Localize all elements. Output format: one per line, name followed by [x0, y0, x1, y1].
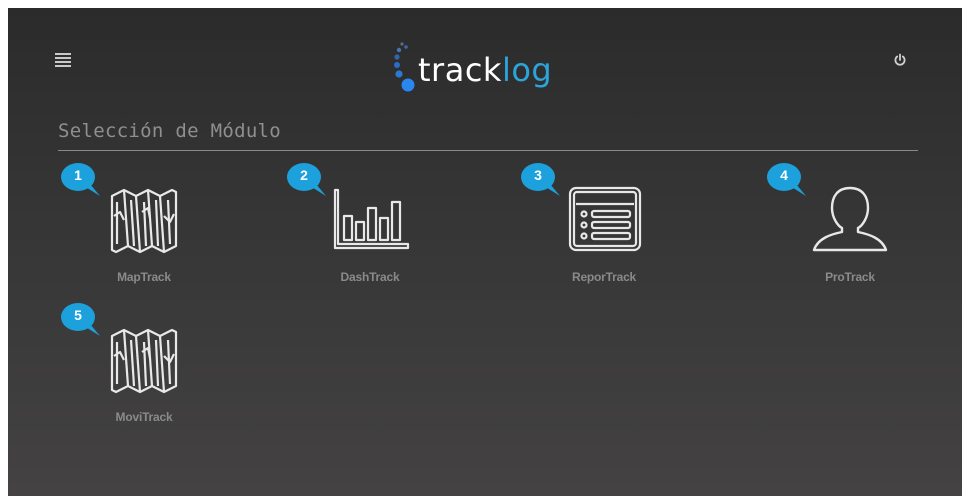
map-icon — [110, 328, 178, 394]
hamburger-menu-icon[interactable] — [55, 53, 71, 67]
map-icon — [110, 188, 178, 254]
module-movitrack[interactable]: 5 MoviTrack — [60, 302, 180, 432]
title-divider — [58, 150, 918, 151]
module-protrack[interactable]: 4 ProTrack — [766, 162, 888, 292]
module-maptrack[interactable]: 1 MapTrack — [60, 162, 180, 292]
module-dashtrack[interactable]: 2 DashTrack — [286, 162, 410, 292]
module-label: MapTrack — [117, 270, 171, 284]
logo-text-track: track — [418, 51, 502, 89]
logo-text-log: log — [501, 51, 553, 89]
bar-chart-icon — [333, 188, 410, 250]
user-profile-icon — [812, 186, 888, 252]
module-reportrack[interactable]: 3 ReporTrack — [520, 162, 642, 292]
logo-text: tracklog — [418, 50, 552, 90]
module-number: 4 — [780, 167, 788, 183]
module-label: ProTrack — [825, 270, 875, 284]
module-label: ReporTrack — [571, 270, 637, 284]
module-number: 5 — [74, 307, 82, 323]
module-label: DashTrack — [340, 270, 400, 284]
page-title: Selección de Módulo — [58, 120, 282, 142]
tracklog-logo: tracklog — [386, 38, 586, 102]
module-label: MoviTrack — [115, 410, 173, 424]
module-number: 1 — [74, 167, 82, 183]
module-number: 2 — [300, 167, 308, 183]
power-icon[interactable] — [893, 53, 907, 67]
app-window: tracklog Selección de Módulo 1 MapTrack … — [8, 8, 962, 496]
report-list-icon — [568, 186, 642, 252]
module-number: 3 — [534, 167, 542, 183]
